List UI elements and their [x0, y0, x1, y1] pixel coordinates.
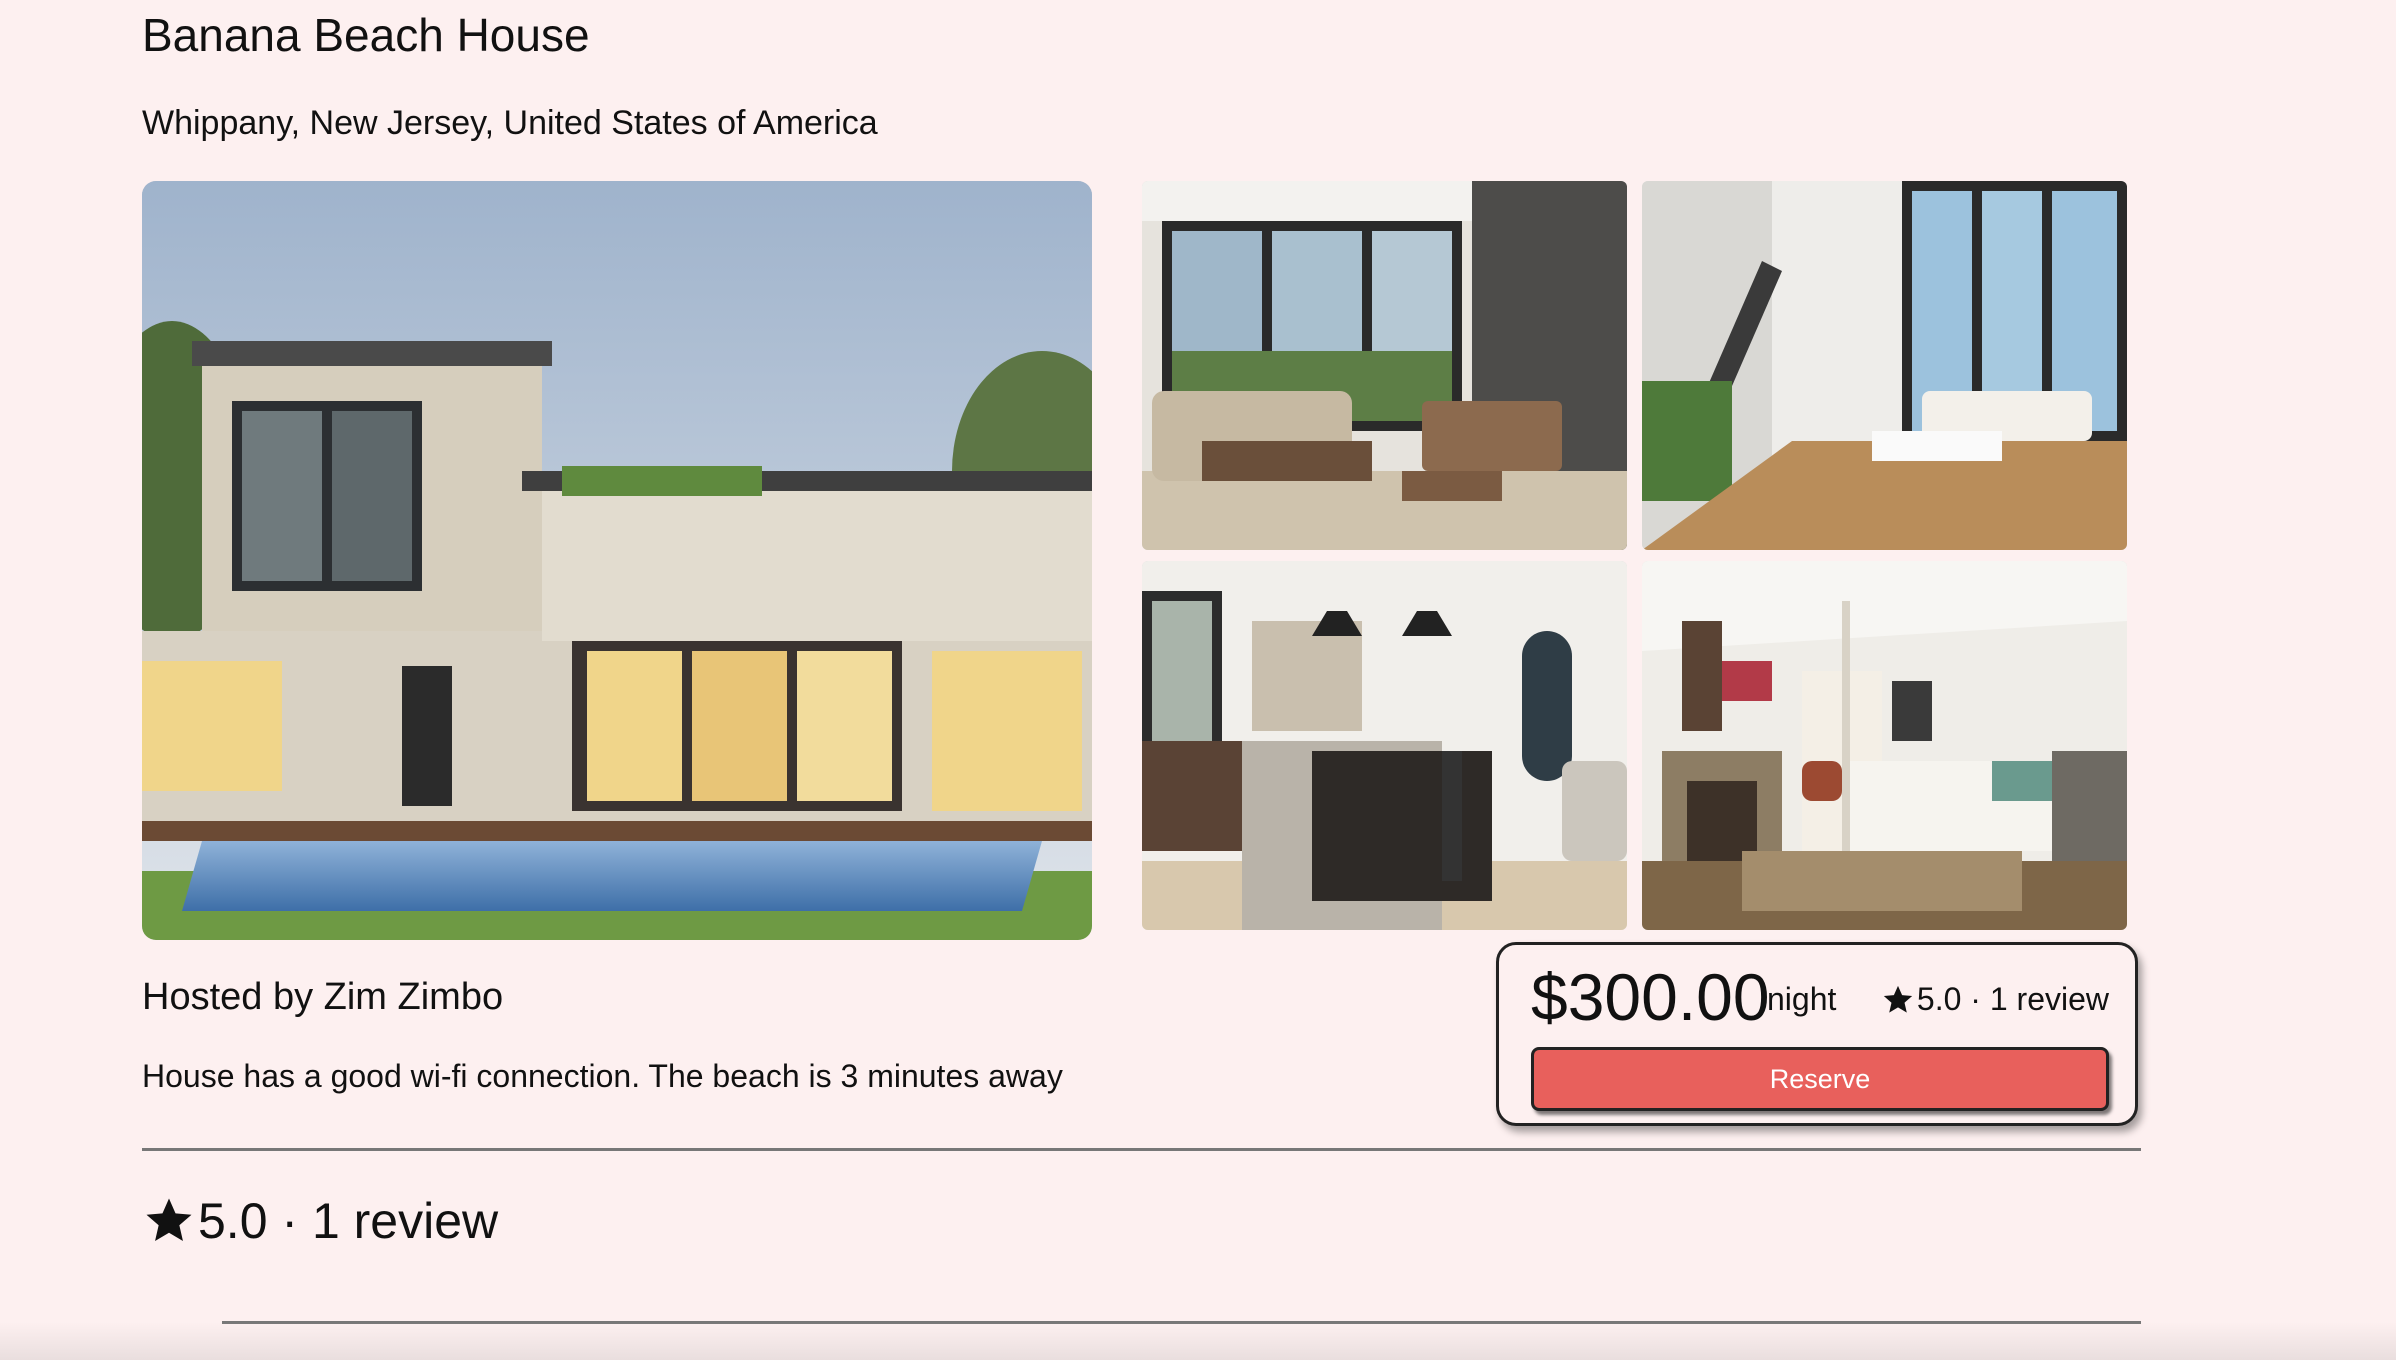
nightly-price: $300.00 [1531, 960, 1770, 1034]
reserve-button[interactable]: Reserve [1531, 1047, 2109, 1111]
reviews-summary: 5.0 · 1 review [142, 1192, 498, 1250]
star-icon [146, 1198, 192, 1242]
booking-card: $300.00 night 5.0 · 1 review Reserve [1496, 942, 2138, 1126]
kitchen-photo[interactable] [1142, 561, 1627, 930]
living-room-photo[interactable] [1142, 181, 1627, 550]
staircase-living-room-photo[interactable] [1642, 181, 2127, 550]
listing-location: Whippany, New Jersey, United States of A… [142, 104, 878, 142]
bedroom-photo[interactable] [1642, 561, 2127, 930]
section-divider [142, 1148, 2141, 1151]
listing-title: Banana Beach House [142, 9, 590, 61]
price-unit: night [1767, 981, 1837, 1017]
star-icon [1883, 985, 1913, 1013]
page-bottom-shadow [0, 1322, 2396, 1360]
main-photo[interactable] [142, 181, 1092, 940]
card-rating: 5.0 · 1 review [1881, 981, 2109, 1018]
card-rating-text: 5.0 · 1 review [1916, 981, 2109, 1017]
reviews-summary-text: 5.0 · 1 review [198, 1193, 499, 1249]
host-name: Hosted by Zim Zimbo [142, 976, 504, 1018]
listing-description: House has a good wi-fi connection. The b… [142, 1058, 1063, 1094]
